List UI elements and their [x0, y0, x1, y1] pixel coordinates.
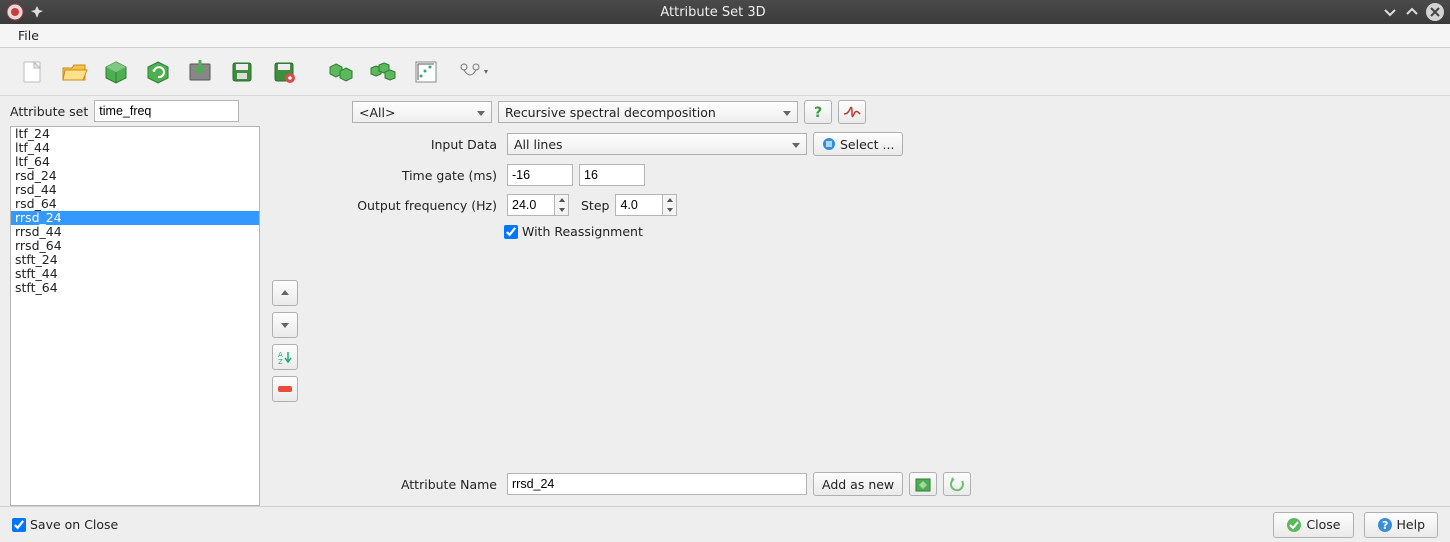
list-item[interactable]: stft_44 — [11, 267, 259, 281]
import-icon[interactable] — [182, 54, 218, 90]
pin-icon[interactable] — [30, 5, 44, 19]
list-item[interactable]: rsd_44 — [11, 183, 259, 197]
step-spinner[interactable] — [615, 194, 677, 216]
list-icon — [822, 137, 836, 151]
close-button[interactable]: Close — [1273, 512, 1353, 538]
svg-text:?: ? — [814, 105, 822, 120]
list-item[interactable]: ltf_44 — [11, 141, 259, 155]
attribute-type-combo[interactable]: Recursive spectral decomposition — [498, 101, 798, 123]
attribute-set-label: Attribute set — [10, 104, 88, 119]
window-titlebar: Attribute Set 3D — [0, 0, 1450, 24]
remove-button[interactable] — [272, 376, 298, 402]
add-as-new-button[interactable]: Add as new — [813, 472, 903, 496]
toolbar — [0, 48, 1450, 96]
cube-default-icon[interactable] — [98, 54, 134, 90]
input-data-value: All lines — [514, 137, 563, 152]
svg-text:Z: Z — [278, 358, 283, 365]
menubar: File — [0, 24, 1450, 48]
list-item[interactable]: ltf_64 — [11, 155, 259, 169]
recycle-button[interactable] — [909, 472, 937, 496]
output-frequency-label: Output frequency (Hz) — [352, 198, 497, 213]
move-up-button[interactable] — [272, 280, 298, 306]
cubes-a-icon[interactable] — [324, 54, 360, 90]
input-data-combo[interactable]: All lines — [507, 133, 807, 155]
freq-up-icon[interactable] — [555, 195, 568, 205]
list-item[interactable]: rrsd_44 — [11, 225, 259, 239]
wavelet-icon-button[interactable] — [838, 100, 866, 124]
list-item[interactable]: rsd_64 — [11, 197, 259, 211]
input-data-label: Input Data — [352, 137, 497, 152]
select-input-label: Select ... — [840, 137, 894, 152]
output-frequency-input[interactable] — [507, 194, 555, 216]
with-reassignment-checkbox[interactable] — [504, 225, 518, 239]
svg-text:?: ? — [1382, 519, 1388, 532]
step-label: Step — [581, 198, 609, 213]
cube-reload-icon[interactable] — [140, 54, 176, 90]
list-item[interactable]: ltf_24 — [11, 127, 259, 141]
footer: Save on Close Close ? Help — [0, 506, 1450, 542]
help-attribute-button[interactable]: ? — [804, 100, 832, 124]
list-item[interactable]: rsd_24 — [11, 169, 259, 183]
window-title: Attribute Set 3D — [44, 5, 1382, 20]
select-input-button[interactable]: Select ... — [813, 132, 903, 156]
add-as-new-label: Add as new — [822, 477, 894, 492]
revert-button[interactable] — [943, 472, 971, 496]
step-down-icon[interactable] — [663, 205, 676, 215]
sort-az-button[interactable]: AZ — [272, 344, 298, 370]
category-filter-value: <All> — [359, 105, 395, 120]
time-gate-label: Time gate (ms) — [352, 168, 497, 183]
category-filter-combo[interactable]: <All> — [352, 101, 492, 123]
step-input[interactable] — [615, 194, 663, 216]
step-up-icon[interactable] — [663, 195, 676, 205]
list-item[interactable]: rrsd_24 — [11, 211, 259, 225]
open-icon[interactable] — [56, 54, 92, 90]
minimize-icon[interactable] — [1382, 4, 1398, 20]
evaluate-icon[interactable] — [450, 54, 496, 90]
freq-down-icon[interactable] — [555, 205, 568, 215]
with-reassignment-label: With Reassignment — [522, 224, 643, 239]
attribute-set-input[interactable] — [94, 100, 239, 122]
time-gate-from-input[interactable] — [507, 164, 573, 186]
help-button-label: Help — [1397, 517, 1426, 532]
attribute-name-input[interactable] — [507, 473, 807, 495]
app-icon — [6, 3, 24, 21]
new-icon[interactable] — [14, 54, 50, 90]
help-button[interactable]: ? Help — [1364, 512, 1439, 538]
crossplot-icon[interactable] — [408, 54, 444, 90]
list-item[interactable]: stft_24 — [11, 253, 259, 267]
save-on-close-label: Save on Close — [30, 517, 118, 532]
close-button-label: Close — [1306, 517, 1340, 532]
time-gate-to-input[interactable] — [579, 164, 645, 186]
attribute-name-label: Attribute Name — [352, 477, 497, 492]
maximize-icon[interactable] — [1404, 4, 1420, 20]
cubes-b-icon[interactable] — [366, 54, 402, 90]
save-on-close-checkbox[interactable] — [12, 518, 26, 532]
help-icon: ? — [1377, 517, 1393, 533]
list-item[interactable]: rrsd_64 — [11, 239, 259, 253]
output-frequency-spinner[interactable] — [507, 194, 569, 216]
save-as-icon[interactable] — [266, 54, 302, 90]
move-down-button[interactable] — [272, 312, 298, 338]
list-item[interactable]: stft_64 — [11, 281, 259, 295]
attribute-listbox[interactable]: ltf_24ltf_44ltf_64rsd_24rsd_44rsd_64rrsd… — [10, 126, 260, 506]
menu-file[interactable]: File — [10, 26, 47, 45]
attribute-type-value: Recursive spectral decomposition — [505, 105, 716, 120]
save-icon[interactable] — [224, 54, 260, 90]
close-icon[interactable] — [1426, 3, 1444, 21]
check-icon — [1286, 517, 1302, 533]
